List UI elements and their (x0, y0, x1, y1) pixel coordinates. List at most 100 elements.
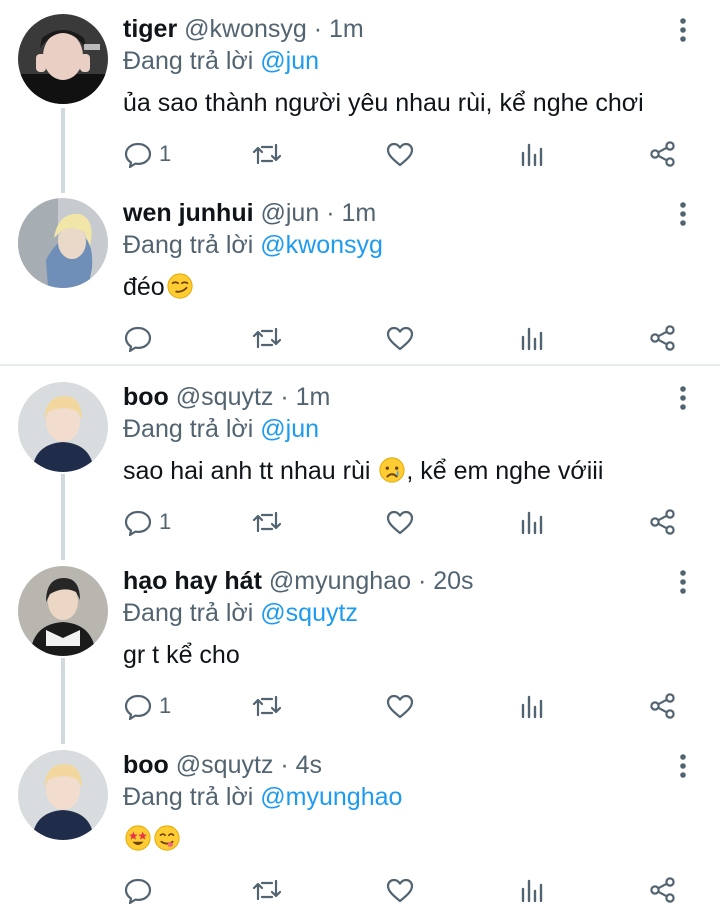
like-button[interactable] (385, 688, 415, 724)
retweet-button[interactable] (252, 504, 282, 540)
retweet-button[interactable] (252, 872, 282, 908)
avatar[interactable] (18, 382, 108, 472)
separator-dot: · (326, 199, 335, 227)
display-name[interactable]: tiger (123, 15, 177, 43)
separator-dot: · (280, 751, 289, 779)
analytics-button[interactable] (518, 504, 548, 540)
like-button[interactable] (385, 504, 415, 540)
analytics-button[interactable] (518, 872, 548, 908)
heart-icon (386, 878, 414, 903)
heart-icon (386, 694, 414, 719)
like-button[interactable] (385, 136, 415, 172)
reply-icon (124, 510, 152, 537)
replying-label: Đang trả lời (123, 783, 254, 811)
star-struck-emoji (124, 824, 152, 859)
analytics-icon (521, 327, 543, 351)
user-handle[interactable]: @kwonsyg (184, 15, 307, 43)
replying-to: Đang trả lời @jun (123, 46, 319, 76)
mention-link[interactable]: @myunghao (260, 783, 402, 811)
reply-icon (124, 694, 152, 721)
reply-count: 1 (159, 141, 172, 166)
face-savoring-food-emoji (153, 824, 181, 859)
analytics-button[interactable] (518, 320, 548, 356)
mention-link[interactable]: @jun (260, 415, 319, 443)
tweet[interactable]: boo @squytz · 4s Đang trả lời @myunghao (0, 736, 720, 908)
analytics-icon (521, 879, 543, 903)
retweet-icon (252, 327, 282, 349)
separator-dot: · (417, 567, 427, 595)
conversation-divider (0, 364, 720, 366)
replying-to: Đang trả lời @jun (123, 414, 319, 444)
retweet-button[interactable] (252, 688, 282, 724)
avatar[interactable] (18, 566, 108, 656)
heart-icon (386, 510, 414, 535)
display-name[interactable]: boo (123, 383, 169, 411)
mention-link[interactable]: @squytz (260, 599, 358, 627)
display-name[interactable]: hạo hay hát (123, 567, 262, 595)
action-bar: 1 (0, 136, 720, 172)
avatar[interactable] (18, 14, 108, 104)
more-options-icon[interactable] (672, 751, 694, 781)
user-handle[interactable]: @jun (261, 199, 320, 227)
share-icon (650, 141, 675, 167)
share-button[interactable] (648, 320, 678, 356)
timestamp[interactable]: 1m (329, 15, 364, 43)
reply-icon (124, 878, 152, 905)
analytics-icon (521, 511, 543, 535)
reply-button[interactable] (123, 320, 159, 356)
avatar[interactable] (18, 750, 108, 840)
tweet-text: ủa sao thành người yêu nhau rùi, kể nghe… (123, 89, 644, 117)
reply-icon (124, 326, 152, 353)
tweet[interactable]: tiger @kwonsyg · 1m Đang trả lời @jun ủa… (0, 0, 720, 190)
share-button[interactable] (648, 136, 678, 172)
display-name[interactable]: wen junhui (123, 199, 254, 227)
user-handle[interactable]: @squytz (176, 383, 274, 411)
share-icon (650, 325, 675, 351)
timestamp[interactable]: 1m (296, 383, 331, 411)
reply-button[interactable]: 1 (123, 504, 171, 540)
reply-count: 1 (159, 509, 172, 534)
tweet-text: đéo (123, 272, 194, 307)
tweet-text: gr t kể cho (123, 641, 240, 669)
replying-label: Đang trả lời (123, 47, 254, 75)
like-button[interactable] (385, 872, 415, 908)
more-options-icon[interactable] (672, 383, 694, 413)
share-button[interactable] (648, 504, 678, 540)
replying-label: Đang trả lời (123, 231, 254, 259)
replying-label: Đang trả lời (123, 415, 254, 443)
reply-count: 1 (159, 693, 172, 718)
tweet[interactable]: hạo hay hát @myunghao · 20s Đang trả lời… (0, 552, 720, 742)
more-options-icon[interactable] (672, 567, 694, 597)
user-handle[interactable]: @squytz (176, 751, 274, 779)
tweet[interactable]: wen junhui @jun · 1m Đang trả lời @kwons… (0, 184, 720, 364)
tweet-header: boo @squytz · 4s (123, 750, 322, 780)
retweet-button[interactable] (252, 136, 282, 172)
like-button[interactable] (385, 320, 415, 356)
more-options-icon[interactable] (672, 199, 694, 229)
reply-icon (124, 142, 152, 169)
analytics-button[interactable] (518, 688, 548, 724)
action-bar (0, 872, 720, 908)
reply-button[interactable]: 1 (123, 136, 171, 172)
display-name[interactable]: boo (123, 751, 169, 779)
reply-button[interactable]: 1 (123, 688, 171, 724)
tweet-text-content-after: , kể em nghe vớiii (406, 457, 604, 485)
share-icon (650, 877, 675, 903)
mention-link[interactable]: @jun (260, 47, 319, 75)
reply-button[interactable] (123, 872, 159, 908)
timestamp[interactable]: 4s (296, 751, 322, 779)
timestamp[interactable]: 20s (433, 567, 473, 595)
more-options-icon[interactable] (672, 15, 694, 45)
retweet-button[interactable] (252, 320, 282, 356)
mention-link[interactable]: @kwonsyg (260, 231, 383, 259)
replying-to: Đang trả lời @myunghao (123, 782, 402, 812)
tweet-text: sao hai anh tt nhau rùi , kể em nghe với… (123, 456, 603, 491)
timestamp[interactable]: 1m (341, 199, 376, 227)
tweet[interactable]: boo @squytz · 1m Đang trả lời @jun sao h… (0, 368, 720, 558)
avatar[interactable] (18, 198, 108, 288)
analytics-button[interactable] (518, 136, 548, 172)
retweet-icon (252, 879, 282, 901)
user-handle[interactable]: @myunghao (269, 567, 411, 595)
share-button[interactable] (648, 872, 678, 908)
share-button[interactable] (648, 688, 678, 724)
